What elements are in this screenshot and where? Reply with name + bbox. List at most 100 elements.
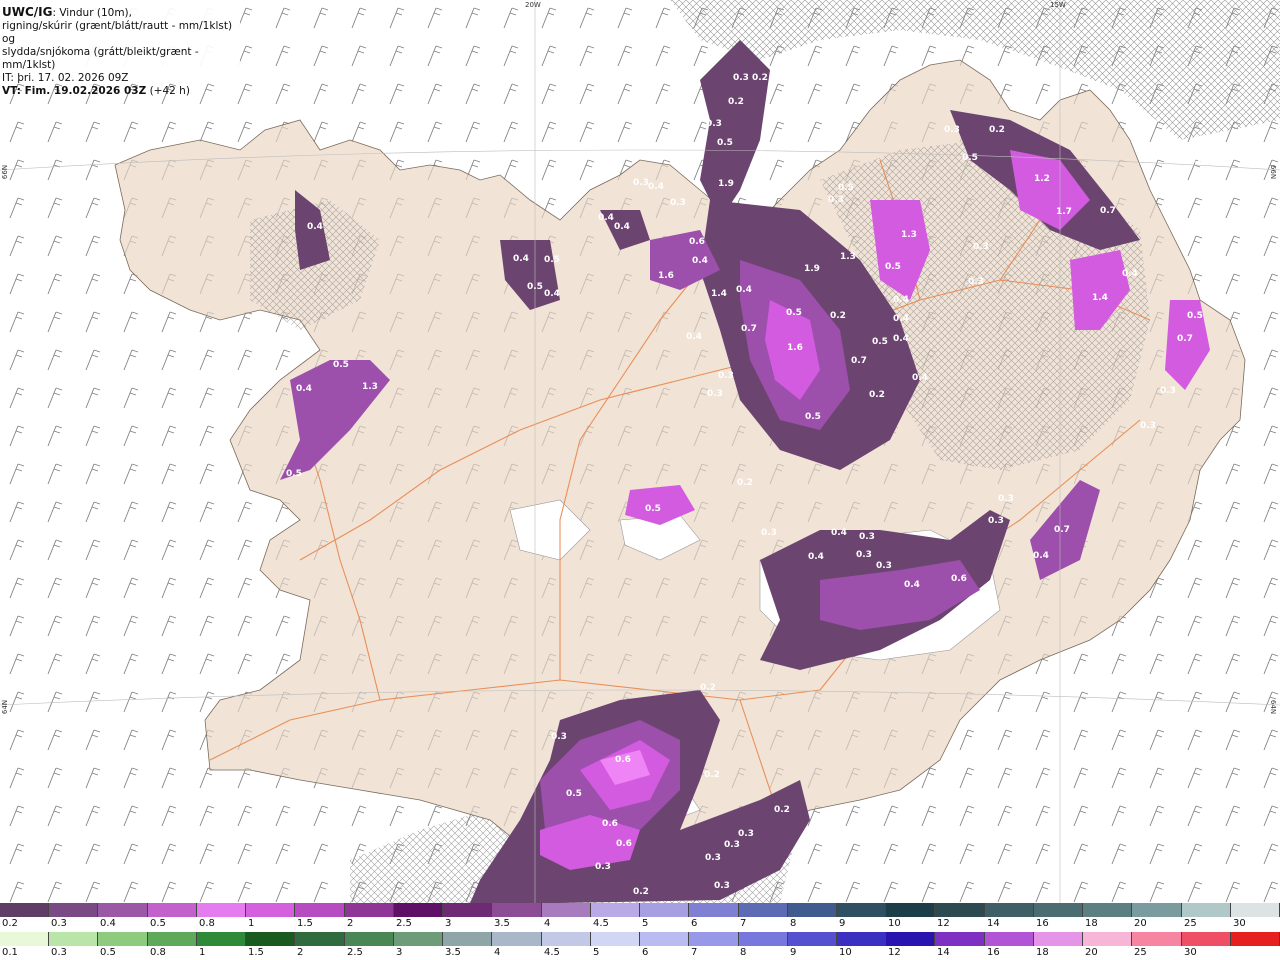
precip-label: 0.6 — [616, 839, 632, 849]
lon-label-15w: 15W — [1050, 1, 1066, 9]
precip-label: 0.4 — [893, 334, 909, 344]
legend-swatch — [344, 932, 394, 946]
legend-label: 8 — [740, 947, 747, 958]
lat-label-64n-right: 64N — [1269, 699, 1278, 715]
legend-swatch — [541, 932, 591, 946]
precip-label: 0.5 — [333, 360, 349, 370]
legend-label: 30 — [1184, 947, 1197, 958]
legend-label: 4 — [544, 918, 551, 929]
legend-swatch — [147, 903, 197, 917]
precip-label: 0.4 — [1122, 269, 1138, 279]
legend-swatch — [787, 932, 837, 946]
legend-swatch — [393, 903, 444, 917]
legend-swatch — [246, 932, 296, 946]
precip-label: 0.6 — [689, 237, 705, 247]
legend-swatch — [98, 932, 148, 946]
precip-label: 0.4 — [648, 182, 664, 192]
legend-swatch — [295, 932, 345, 946]
legend-swatch — [49, 932, 99, 946]
legend-label: 16 — [1036, 918, 1049, 929]
legend-swatch — [590, 932, 641, 946]
legend-swatch — [541, 903, 591, 917]
legend-label: 16 — [987, 947, 1000, 958]
precip-label: 0.3 — [718, 371, 734, 381]
legend-label: 12 — [888, 947, 901, 958]
legend-swatch — [443, 932, 493, 946]
precip-label: 0.2 — [737, 478, 753, 488]
precip-label: 0.3 — [670, 198, 686, 208]
precip-label: 1.5 — [745, 177, 761, 187]
legend-swatch — [1083, 932, 1133, 946]
precip-label: 0.7 — [1054, 525, 1070, 535]
product-desc: : Vindur (10m), — [52, 7, 132, 19]
legend-label: 5 — [642, 918, 649, 929]
legend-label: 12 — [937, 918, 950, 929]
precip-label: 0.5 — [805, 412, 821, 422]
legend-label: 9 — [839, 918, 846, 929]
weather-map: 0.3 0.2 0.2 0.3 0.2 0.5 0.3 0.4 0.3 0.5 … — [0, 0, 1280, 903]
precip-label: 0.3 — [595, 862, 611, 872]
legend-swatch — [640, 903, 690, 917]
legend-label: 6 — [642, 947, 649, 958]
legend-swatch — [984, 932, 1034, 946]
legend-swatch — [344, 903, 394, 917]
precip-label: 0.5 — [645, 504, 661, 514]
precip-label: 0.3 — [714, 881, 730, 891]
legend-label: 1 — [199, 947, 206, 958]
precip-label: 0.6 — [602, 819, 618, 829]
product-name: UWC/IG — [2, 5, 53, 19]
precip-label: 1.6 — [658, 271, 674, 281]
legend-swatch — [787, 903, 837, 917]
precip-label: 0.4 — [1188, 156, 1204, 166]
legend-swatch — [1181, 903, 1231, 917]
legend-swatch — [49, 903, 99, 917]
legend-label: 20 — [1134, 918, 1147, 929]
precip-label: 0.4 — [904, 580, 920, 590]
precip-label: 0.3 — [828, 195, 844, 205]
legend-label: 1.5 — [297, 918, 313, 929]
precip-label: 0.3 — [973, 242, 989, 252]
map-info-box: UWC/IG: Vindur (10m), rigning/skúrir (gr… — [0, 0, 240, 97]
legend-swatch — [196, 932, 247, 946]
legend-label: 2.5 — [347, 947, 363, 958]
legend-label: 0.2 — [2, 918, 18, 929]
legend-swatch — [1083, 903, 1133, 917]
precip-label: 0.2 — [633, 887, 649, 897]
legend-label: 1.5 — [248, 947, 264, 958]
snow-desc: slydda/snjókoma (grátt/bleikt/grænt - mm… — [2, 46, 199, 71]
lat-label-66n-right: 66N — [1269, 164, 1278, 180]
legend-label: 3.5 — [494, 918, 510, 929]
rain-bar-labels: 0.1 0.3 0.5 0.8 1 1.5 2 2.5 3 3.5 4 4.5 5 6 7 8 9 10 12 14 1… — [0, 947, 1280, 959]
precip-label: 0.2 — [700, 683, 716, 693]
legend-label: 1 — [248, 918, 255, 929]
precip-label: 0.6 — [615, 755, 631, 765]
precip-label: 1.4 — [1092, 293, 1108, 303]
precip-label: 0.5 — [872, 337, 888, 347]
legend-label: 8 — [790, 918, 797, 929]
legend-label: 5 — [593, 947, 600, 958]
legend-label: 0.8 — [150, 947, 166, 958]
precip-label: 0.4 — [614, 222, 630, 232]
legend-swatch — [0, 903, 50, 917]
legend-label: 20 — [1085, 947, 1098, 958]
precip-label: 0.3 — [551, 732, 567, 742]
precip-label: 0.2 — [830, 311, 846, 321]
legend-label: 6 — [691, 918, 698, 929]
precip-label: 0.3 — [859, 532, 875, 542]
precip-label: 0.3 — [998, 494, 1014, 504]
precip-label: 0.2 — [774, 805, 790, 815]
precip-label: 0.3 — [706, 119, 722, 129]
precip-label: 0.3 — [856, 550, 872, 560]
snow-colour-bar — [0, 903, 1280, 917]
legend-swatch — [393, 932, 444, 946]
precip-label: 0.3 — [761, 528, 777, 538]
legend-label: 0.8 — [199, 918, 215, 929]
precip-label: 1.7 — [1056, 207, 1072, 217]
rain-desc: rigning/skúrir (grænt/blátt/rautt - mm/1… — [2, 20, 233, 45]
precip-label: 0.4 — [307, 222, 323, 232]
precip-label: 0.3 — [876, 561, 892, 571]
legend-label: 18 — [1036, 947, 1049, 958]
legend-swatch — [1033, 903, 1084, 917]
init-time: IT: þri. 17. 02. 2026 09Z — [2, 72, 129, 84]
legend-swatch — [492, 932, 542, 946]
